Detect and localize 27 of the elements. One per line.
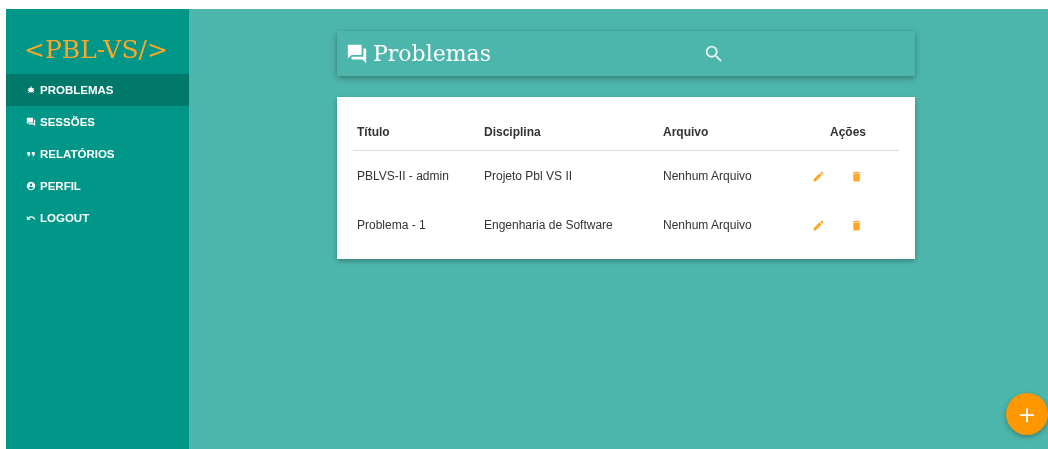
user-icon — [26, 181, 36, 191]
table-cell: Nenhum Arquivo — [659, 150, 794, 200]
page-title: Problemas — [373, 41, 492, 66]
column-header: Disciplina — [480, 113, 659, 151]
table-cell: Projeto Pbl VS II — [480, 150, 659, 200]
pencil-icon[interactable] — [812, 218, 825, 232]
quote-icon — [26, 149, 36, 159]
sidebar-item[interactable]: PROBLEMAS — [6, 74, 189, 106]
table-cell: PBLVS-II - admin — [353, 150, 480, 200]
column-header: Título — [353, 113, 480, 151]
bug-icon — [26, 85, 36, 95]
table-cell-text: Nenhum Arquivo — [662, 216, 753, 234]
pencil-icon[interactable] — [812, 169, 825, 183]
table-cell-text: Problema - 1 — [356, 216, 427, 234]
sidebar-item[interactable]: SESSÕES — [6, 106, 189, 138]
app-logo: <PBL-VS/> — [23, 34, 169, 66]
trash-icon[interactable] — [850, 169, 863, 183]
sidebar-item[interactable]: LOGOUT — [6, 202, 189, 234]
undo-icon — [26, 213, 36, 223]
chat-icon — [346, 42, 368, 65]
column-header: Arquivo — [659, 113, 794, 151]
trash-icon[interactable] — [850, 218, 863, 232]
chat-icon — [26, 117, 36, 127]
table-cell-text: Engenharia de Software — [483, 216, 614, 234]
column-header: Ações — [794, 113, 899, 151]
sidebar-item[interactable]: PERFIL — [6, 170, 189, 202]
sidebar-item[interactable]: RELATÓRIOS — [6, 138, 189, 170]
